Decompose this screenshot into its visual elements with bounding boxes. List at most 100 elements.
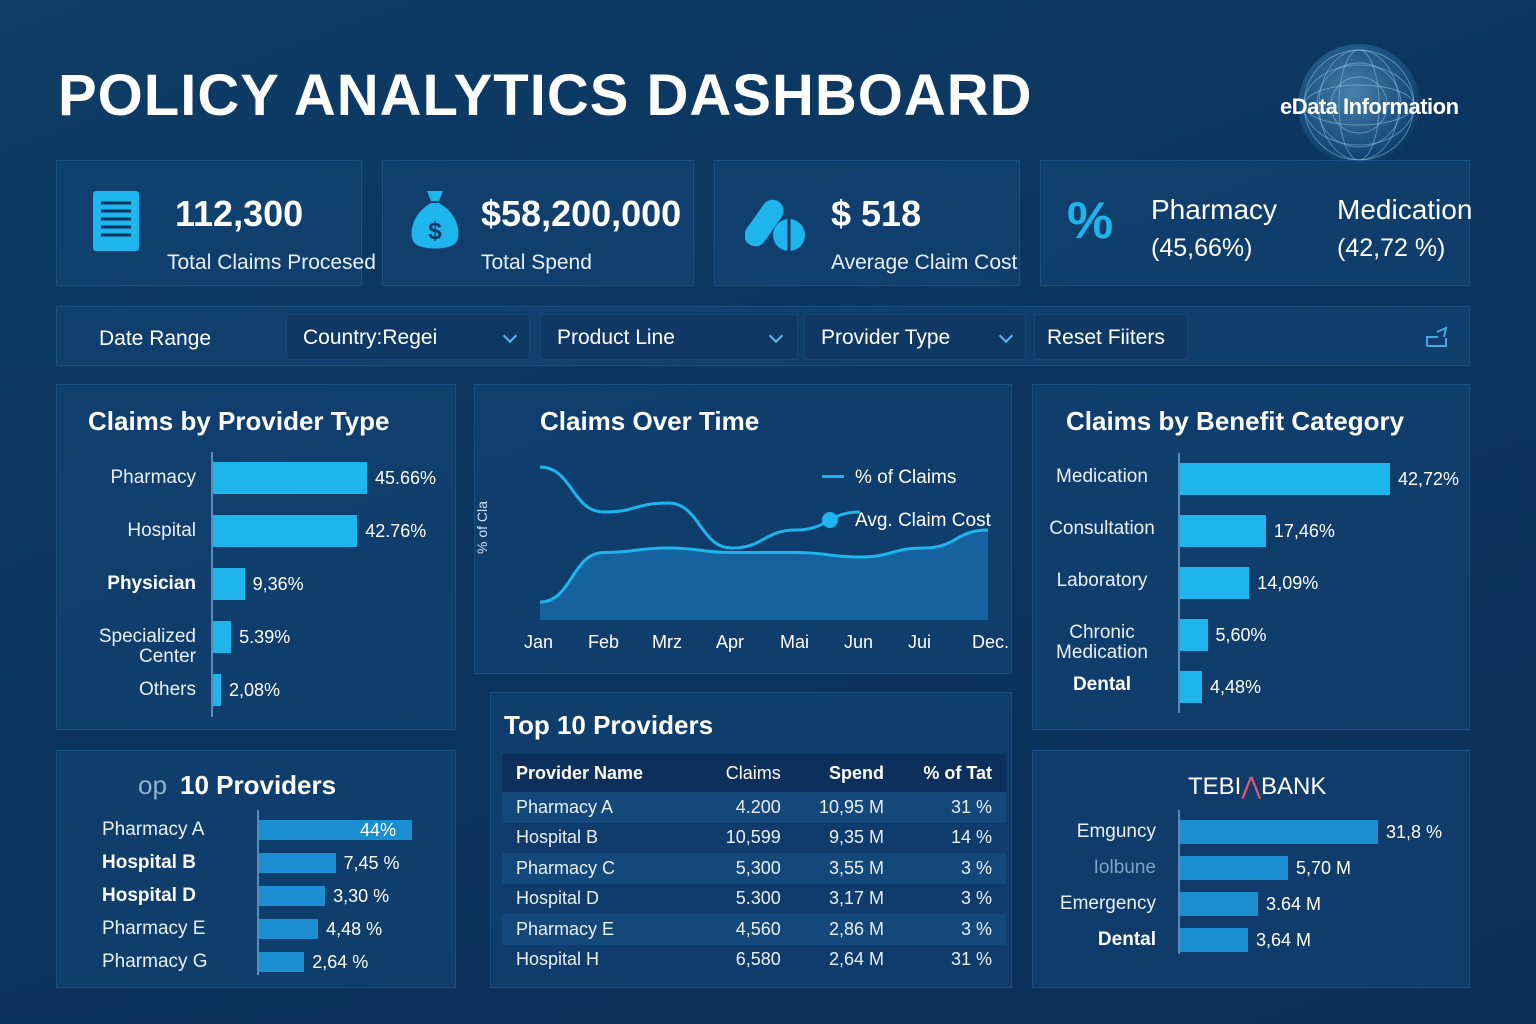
bar[interactable] (213, 462, 367, 494)
column-header[interactable]: Spend (794, 754, 898, 792)
chevron-down-icon (998, 328, 1014, 344)
month-tick-label: Mrz (652, 632, 682, 652)
bar-label: Chronic Medication (1056, 622, 1148, 663)
bar[interactable] (259, 853, 336, 873)
top-providers-bars-title: 10 Providers (180, 770, 337, 800)
table-row[interactable]: Pharmacy C 5,300 3,55 M3 % (502, 853, 1006, 884)
table-row[interactable]: Pharmacy E 4,560 2,86 M3 % (502, 914, 1006, 945)
kpi-average-label: Average Claim Cost (831, 251, 1018, 274)
table-row[interactable]: Hospital H 6,580 2,64 M 31 % (502, 944, 1006, 975)
bar[interactable] (213, 515, 358, 547)
column-header[interactable]: % of Tat (898, 754, 1006, 792)
bank-logo-mark: ⋀ (1241, 773, 1262, 800)
table-cell: 31 % (898, 792, 1006, 823)
table-cell: 3,17 M (794, 883, 898, 914)
table-row[interactable]: Hospital B 10,599 9,35 M 14 % (502, 822, 1006, 853)
bar-label: Hospital D (102, 885, 196, 906)
logo-text: eData Information (1280, 94, 1459, 119)
table-cell: 3 % (898, 853, 1006, 884)
bar[interactable] (259, 886, 326, 906)
table-cell: Pharmacy E (502, 914, 705, 945)
table-cell: 10,599 (704, 822, 795, 853)
bar-value: 42,72% (1398, 469, 1460, 489)
share-icon[interactable] (1424, 326, 1450, 353)
table-cell: 10,95 M (794, 792, 898, 823)
table-row[interactable]: Hospital D 5.300 3,17 M3 % (502, 883, 1006, 914)
country-dropdown[interactable]: Country:Regei (286, 314, 530, 360)
bar[interactable] (1180, 928, 1248, 952)
percent-icon: % (1067, 192, 1114, 250)
bank-logo: TEBI⋀BANK (1188, 772, 1326, 801)
kpi-share-b-name: Medication (1337, 194, 1473, 225)
axis-line (257, 810, 259, 975)
chevron-down-icon (502, 328, 518, 344)
table-cell: 2,64 M (794, 944, 898, 975)
column-header[interactable]: Claims (704, 754, 795, 792)
bar[interactable] (213, 674, 221, 706)
table-cell: Hospital H (502, 944, 705, 975)
bar-value: 17,46% (1273, 521, 1335, 541)
pill-icon (744, 189, 809, 260)
month-tick-label: Jui (908, 632, 932, 652)
column-header[interactable]: Provider Name (502, 754, 705, 792)
kpi-total-spend: $ $58,200,000 Total Spend (382, 160, 694, 286)
bar[interactable] (1180, 892, 1258, 916)
page-title: POLICY ANALYTICS DASHBOARD (58, 63, 1033, 128)
kpi-claims-value: 112,300 (175, 193, 304, 234)
kpi-average-cost: $ 518 Average Claim Cost (714, 160, 1020, 286)
top-providers-table-title: Top 10 Providers (504, 710, 714, 740)
kpi-claims-label: Total Claims Procesed (167, 251, 376, 274)
provider-type-dropdown[interactable]: Provider Type (804, 314, 1026, 360)
bar-label: Emguncy (1076, 821, 1156, 842)
bar[interactable] (1180, 856, 1288, 880)
kpi-spend-label: Total Spend (481, 251, 592, 274)
bar-label: Emergency (1059, 893, 1156, 914)
bar-value: 45.66% (375, 468, 437, 488)
bar[interactable] (213, 568, 245, 600)
bar[interactable] (1180, 820, 1378, 844)
month-tick-label: Dec. (972, 632, 1010, 652)
bar-label: Laboratory (1056, 570, 1148, 591)
bar-value: 44% (360, 820, 397, 840)
month-tick-label: Apr (716, 632, 745, 652)
table-cell: 6,580 (704, 944, 795, 975)
bar-value: 9,36% (252, 574, 304, 594)
bar-label: Hospital (127, 520, 196, 541)
bar[interactable] (259, 919, 319, 939)
date-range-filter[interactable]: Date Range (99, 327, 211, 351)
reset-filters-button[interactable]: Reset Fiiters (1034, 314, 1188, 360)
table-cell: 3 % (898, 883, 1006, 914)
benefit-category-title: Claims by Benefit Category (1066, 406, 1405, 436)
claims-over-time-title: Claims Over Time (540, 406, 760, 436)
bar-label: Iolbune (1093, 857, 1156, 878)
bar[interactable] (259, 952, 305, 972)
axis-line (1178, 453, 1180, 713)
kpi-spend-value: $58,200,000 (481, 193, 682, 234)
bar-label: Pharmacy (110, 467, 196, 488)
table-cell: 4.200 (704, 792, 795, 823)
table-row[interactable]: Pharmacy A 4.200 10,95 M 31 % (502, 792, 1006, 823)
table-cell: 9,35 M (794, 822, 898, 853)
bar-label: Pharmacy E (102, 918, 206, 939)
bar-value: 3,30 % (333, 886, 390, 906)
bar[interactable] (1180, 619, 1208, 651)
table-cell: 4,560 (704, 914, 795, 945)
table-cell: 3,55 M (794, 853, 898, 884)
bar[interactable] (1180, 515, 1266, 547)
bar[interactable] (1180, 671, 1203, 703)
bar[interactable] (1180, 463, 1390, 495)
axis-line (211, 452, 213, 717)
month-tick-label: Feb (588, 632, 620, 652)
table-cell: Pharmacy C (502, 853, 705, 884)
top-providers-table: Provider Name Claims Spend % of Tat Phar… (502, 754, 1006, 975)
bar-value: 5,70 M (1296, 858, 1352, 878)
bar[interactable] (1180, 567, 1250, 599)
bank-logo-text-b: BANK (1261, 773, 1327, 800)
document-icon (91, 189, 141, 258)
bar-value: 3,64 M (1256, 930, 1312, 950)
table-cell: 31 % (898, 944, 1006, 975)
bar-value: 14,09% (1257, 573, 1319, 593)
bar[interactable] (213, 621, 232, 653)
kpi-share-a-value: (45,66%) (1151, 234, 1253, 262)
product-line-dropdown[interactable]: Product Line (540, 314, 798, 360)
